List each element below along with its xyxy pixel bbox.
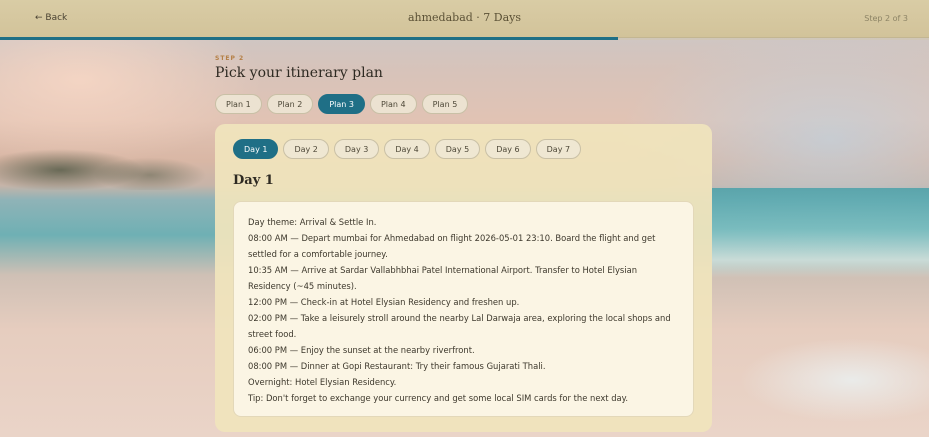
progress-bar: [0, 37, 929, 40]
step-indicator: Step 2 of 3: [864, 14, 908, 23]
itinerary-line: 08:00 PM — Dinner at Gopi Restaurant: Tr…: [248, 361, 546, 371]
itinerary-line: 06:00 PM — Enjoy the sunset at the nearb…: [248, 345, 475, 355]
day-tab-1[interactable]: Day 1: [233, 139, 279, 159]
plan-tabs: Plan 1 Plan 2 Plan 3 Plan 4 Plan 5: [215, 94, 469, 114]
plan-tab-2[interactable]: Plan 2: [266, 94, 314, 114]
day-tabs: Day 1 Day 2 Day 3 Day 4 Day 5 Day 6 Day 7: [233, 139, 582, 159]
background-surf: [712, 300, 929, 437]
itinerary-line: 02:00 PM — Take a leisurely stroll aroun…: [248, 313, 671, 339]
itinerary-line: Tip: Don't forget to exchange your curre…: [248, 393, 629, 403]
step-label: STEP 2: [215, 55, 245, 62]
plan-tab-4[interactable]: Plan 4: [369, 94, 417, 114]
progress-fill: [0, 37, 618, 40]
day-tab-6[interactable]: Day 6: [485, 139, 531, 159]
day-tab-5[interactable]: Day 5: [434, 139, 481, 159]
day-tab-7[interactable]: Day 7: [535, 139, 582, 159]
day-tab-3[interactable]: Day 3: [333, 139, 380, 159]
day-tab-2[interactable]: Day 2: [283, 139, 329, 159]
day-tab-4[interactable]: Day 4: [384, 139, 430, 159]
plan-tab-3[interactable]: Plan 3: [318, 94, 365, 114]
itinerary-line: 10:35 AM — Arrive at Sardar Vallabhbhai …: [248, 265, 638, 291]
page-title: Pick your itinerary plan: [215, 65, 383, 81]
day-heading: Day 1: [233, 173, 274, 188]
plan-tab-1[interactable]: Plan 1: [215, 94, 262, 114]
itinerary-card: Day 1 Day 2 Day 3 Day 4 Day 5 Day 6 Day 7 Day …: [215, 124, 712, 432]
top-bar: ← Back ahmedabad · 7 Days Step 2 of 3: [0, 0, 929, 38]
trip-title: ahmedabad · 7 Days: [407, 11, 522, 24]
itinerary-line: Overnight: Hotel Elysian Residency.: [248, 377, 397, 387]
plan-tab-5[interactable]: Plan 5: [421, 94, 469, 114]
background-trees: [0, 130, 210, 190]
itinerary-details: Day theme: Arrival & Settle In. 08:00 AM …: [233, 201, 694, 417]
itinerary-line: 12:00 PM — Check-in at Hotel Elysian Res…: [248, 297, 520, 307]
itinerary-line: 08:00 AM — Depart mumbai for Ahmedabad o…: [248, 233, 656, 259]
itinerary-line: Day theme: Arrival & Settle In.: [248, 217, 377, 227]
background-sea: [712, 188, 929, 278]
